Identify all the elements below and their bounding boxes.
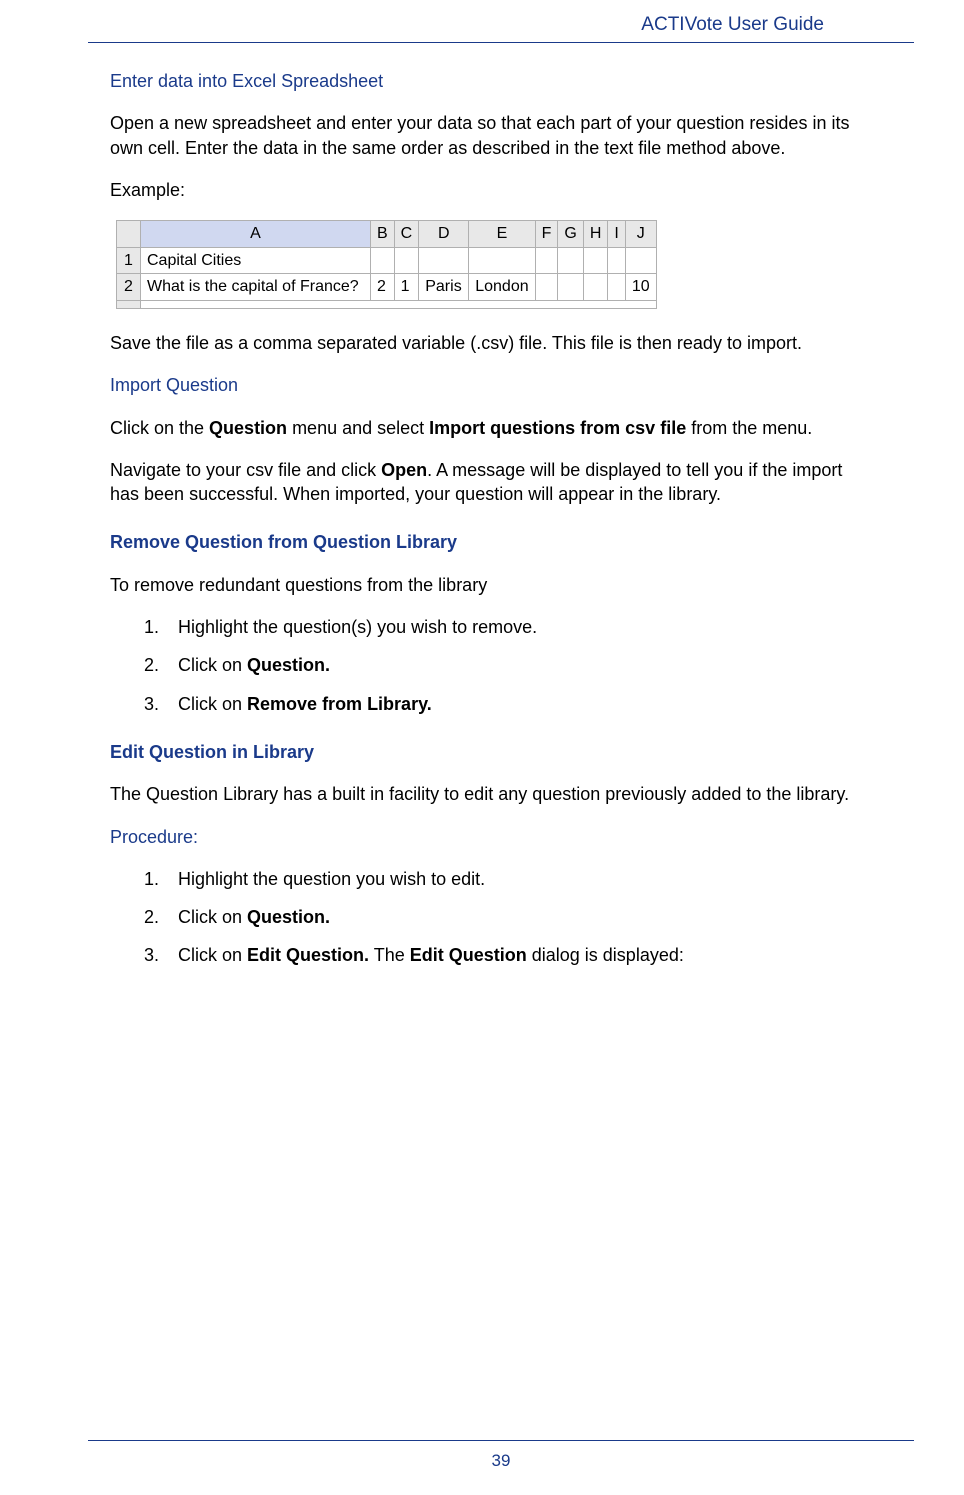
cell (625, 247, 656, 274)
cell (469, 247, 535, 274)
cell (608, 274, 625, 301)
page-content: Enter data into Excel Spreadsheet Open a… (0, 43, 964, 968)
list-item: 3. Click on Remove from Library. (178, 692, 874, 716)
cell (583, 247, 608, 274)
cell: London (469, 274, 535, 301)
cell (558, 274, 583, 301)
body-text: Example: (110, 178, 874, 202)
page-number: 39 (492, 1451, 511, 1470)
body-text: Save the file as a comma separated varia… (110, 331, 874, 355)
cell: 1 (394, 274, 419, 301)
page-header: ACTIVote User Guide (88, 0, 914, 43)
col-header: J (625, 221, 656, 248)
document-page: ACTIVote User Guide Enter data into Exce… (0, 0, 964, 1495)
example-spreadsheet: A B C D E F G H I J 1 Capital Cities (116, 220, 657, 309)
col-header: D (419, 221, 469, 248)
body-text: To remove redundant questions from the l… (110, 573, 874, 597)
cell: 2 (371, 274, 395, 301)
doc-title: ACTIVote User Guide (641, 14, 824, 35)
body-text: Navigate to your csv file and click Open… (110, 458, 874, 507)
section-heading-excel: Enter data into Excel Spreadsheet (110, 69, 874, 93)
row-header: 1 (117, 247, 141, 274)
col-header: B (371, 221, 395, 248)
list-item: 1. Highlight the question(s) you wish to… (178, 615, 874, 639)
col-header: A (141, 221, 371, 248)
cell: 10 (625, 274, 656, 301)
cell (535, 274, 558, 301)
col-header: I (608, 221, 625, 248)
cell (371, 247, 395, 274)
body-text: Open a new spreadsheet and enter your da… (110, 111, 874, 160)
col-header: H (583, 221, 608, 248)
ordered-list: 1. Highlight the question you wish to ed… (110, 867, 874, 968)
cell (558, 247, 583, 274)
cell: Capital Cities (141, 247, 371, 274)
cell (419, 247, 469, 274)
col-header: G (558, 221, 583, 248)
body-text: The Question Library has a built in faci… (110, 782, 874, 806)
cell: What is the capital of France? (141, 274, 371, 301)
body-text: Click on the Question menu and select Im… (110, 416, 874, 440)
col-header: E (469, 221, 535, 248)
cell (394, 247, 419, 274)
col-header: C (394, 221, 419, 248)
cell (583, 274, 608, 301)
row-header: 2 (117, 274, 141, 301)
section-heading-remove: Remove Question from Question Library (110, 530, 874, 554)
list-item: 2. Click on Question. (178, 653, 874, 677)
sheet-corner (117, 221, 141, 248)
subsection-heading: Procedure: (110, 825, 874, 849)
row-header (117, 300, 141, 308)
list-item: 1. Highlight the question you wish to ed… (178, 867, 874, 891)
cell: Paris (419, 274, 469, 301)
section-heading-edit: Edit Question in Library (110, 740, 874, 764)
cell (535, 247, 558, 274)
list-item: 2. Click on Question. (178, 905, 874, 929)
section-heading-import: Import Question (110, 373, 874, 397)
cell-partial (141, 300, 657, 308)
ordered-list: 1. Highlight the question(s) you wish to… (110, 615, 874, 716)
page-footer: 39 (88, 1440, 914, 1471)
col-header: F (535, 221, 558, 248)
list-item: 3. Click on Edit Question. The Edit Ques… (178, 943, 874, 967)
cell (608, 247, 625, 274)
